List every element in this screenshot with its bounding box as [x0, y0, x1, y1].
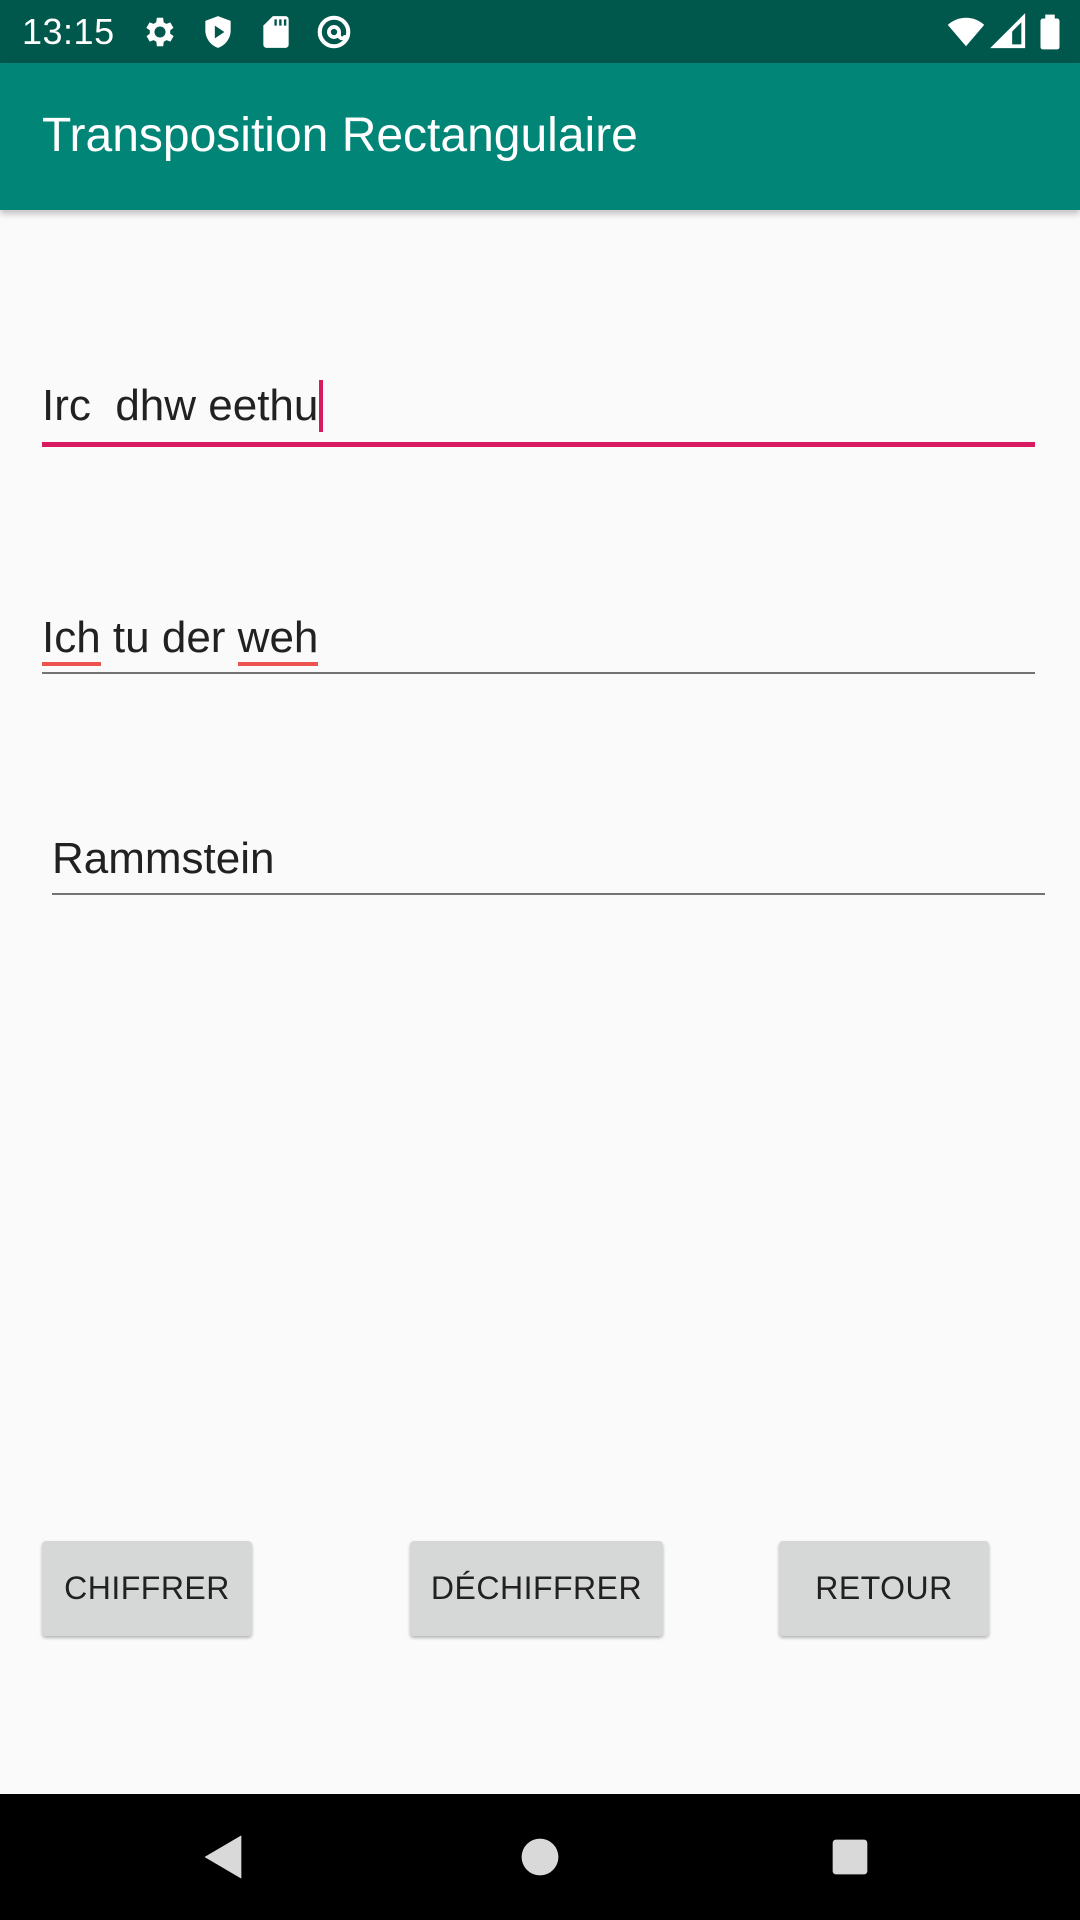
- key-value: Rammstein: [52, 834, 275, 883]
- navigation-bar: [0, 1794, 1080, 1920]
- plain-text-input[interactable]: Ich tu der weh: [42, 610, 1035, 676]
- cipher-text-content: Irc dhw eethu: [42, 381, 319, 430]
- screen: 13:15 Transposition Rectangulaire Irc dh…: [0, 0, 1080, 1920]
- app-bar: Transposition Rectangulaire: [0, 63, 1080, 210]
- back-icon[interactable]: [198, 1831, 250, 1883]
- wifi-icon: [944, 13, 988, 51]
- plain-text-underline: [42, 672, 1035, 674]
- decrypt-button[interactable]: DÉCHIFFRER: [410, 1541, 663, 1636]
- status-bar: 13:15: [0, 0, 1080, 63]
- settings-icon: [141, 13, 179, 51]
- key-underline: [52, 893, 1045, 895]
- at-sign-icon: [315, 13, 353, 51]
- cipher-text-value: Irc dhw eethu: [42, 378, 324, 434]
- status-time: 13:15: [22, 11, 115, 52]
- key-input[interactable]: Rammstein: [52, 831, 1045, 897]
- recents-icon[interactable]: [824, 1831, 876, 1883]
- page-title: Transposition Rectangulaire: [42, 109, 638, 162]
- cipher-text-underline: [42, 442, 1035, 447]
- signal-icon: [990, 13, 1028, 51]
- plain-text-value: Ich tu der weh: [42, 610, 319, 666]
- back-button[interactable]: RETOUR: [779, 1541, 989, 1636]
- spell-error-word: weh: [237, 613, 319, 666]
- text-cursor: [319, 380, 324, 432]
- plain-text-middle: tu der: [100, 613, 238, 662]
- home-icon[interactable]: [514, 1831, 566, 1883]
- battery-icon: [1036, 13, 1064, 51]
- sd-card-icon: [257, 13, 295, 51]
- shield-icon: [199, 13, 237, 51]
- spell-error-word: Ich: [42, 613, 101, 666]
- cipher-text-input[interactable]: Irc dhw eethu: [42, 378, 1035, 448]
- encrypt-button[interactable]: CHIFFRER: [42, 1541, 252, 1636]
